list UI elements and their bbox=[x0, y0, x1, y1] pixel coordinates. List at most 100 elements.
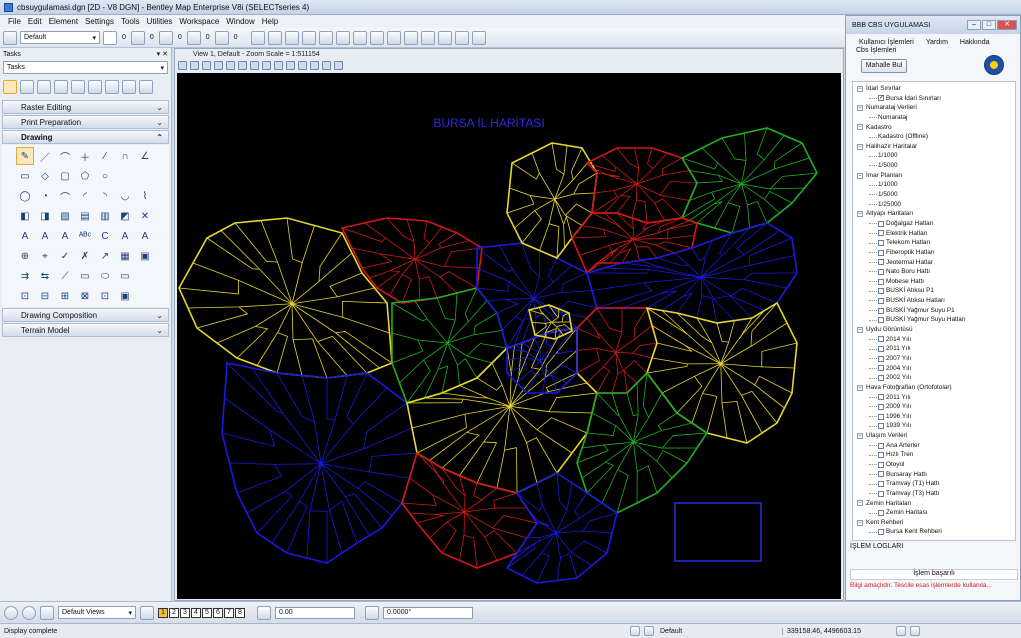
section-drawing-composition[interactable]: Drawing Composition ⌄ bbox=[2, 308, 169, 322]
tree-item[interactable]: 1/5000 bbox=[853, 190, 1015, 200]
drawing-tool-icon[interactable]: ⌒ bbox=[56, 187, 74, 205]
line-weight-icon[interactable] bbox=[158, 30, 173, 45]
tree-group[interactable]: − Kent Rehberi bbox=[853, 518, 1015, 528]
drawing-tool-icon[interactable]: ⊕ bbox=[16, 247, 34, 265]
drawing-tool-icon[interactable]: ／ bbox=[36, 147, 54, 165]
tree-item[interactable]: Hızlı Tren bbox=[853, 450, 1015, 460]
open-file-icon[interactable] bbox=[267, 30, 282, 45]
drawing-tool-icon[interactable]: ▣ bbox=[136, 247, 154, 265]
drawing-tool-icon[interactable]: ↗ bbox=[96, 247, 114, 265]
tree-item[interactable]: 2014 Yılı bbox=[853, 335, 1015, 345]
layer-checkbox[interactable]: ✓ bbox=[878, 95, 884, 102]
tree-item[interactable]: Bursaray Hattı bbox=[853, 470, 1015, 480]
drawing-tool-icon[interactable]: ⊟ bbox=[36, 287, 54, 305]
tree-group[interactable]: − Uydu Görüntüsü bbox=[853, 325, 1015, 335]
collapse-icon[interactable]: − bbox=[857, 384, 863, 391]
close-icon[interactable]: ▾ ✕ bbox=[157, 50, 168, 58]
back-icon[interactable] bbox=[4, 605, 18, 620]
measure-icon[interactable] bbox=[403, 30, 418, 45]
view-attributes-icon[interactable] bbox=[178, 60, 187, 70]
layer-checkbox[interactable] bbox=[878, 442, 884, 449]
clip-volume-icon[interactable] bbox=[322, 60, 331, 70]
element-selection-icon[interactable] bbox=[3, 30, 17, 45]
drawing-tool-icon[interactable]: ◜ bbox=[76, 187, 94, 205]
tag-icon[interactable] bbox=[88, 80, 102, 94]
layer-checkbox[interactable] bbox=[878, 529, 884, 536]
close-icon[interactable]: ✕ bbox=[997, 20, 1017, 30]
drawing-tool-icon[interactable]: ⁄ bbox=[96, 147, 114, 165]
copy-icon[interactable] bbox=[105, 80, 119, 94]
layer-checkbox[interactable] bbox=[878, 249, 884, 256]
models-icon[interactable] bbox=[335, 30, 350, 45]
collapse-icon[interactable]: − bbox=[857, 85, 863, 92]
layer-checkbox[interactable] bbox=[878, 346, 884, 353]
menu-window[interactable]: Window bbox=[226, 17, 254, 26]
view-2-button[interactable]: 2 bbox=[169, 607, 179, 618]
maximize-icon[interactable]: □ bbox=[982, 20, 996, 30]
drawing-tool-icon[interactable]: ⬭ bbox=[96, 267, 114, 285]
level-select[interactable]: Default ▾ bbox=[20, 31, 100, 44]
edit-icon[interactable] bbox=[437, 30, 452, 45]
menu-kullanici-islemleri[interactable]: Kullanıcı İşlemleri bbox=[859, 39, 914, 46]
view-groups-icon[interactable] bbox=[140, 605, 154, 620]
drawing-tool-icon[interactable]: ▤ bbox=[76, 207, 94, 225]
tree-item[interactable]: 1/1000 bbox=[853, 151, 1015, 161]
view-next-icon[interactable] bbox=[298, 60, 307, 70]
tree-item[interactable]: Otoyol bbox=[853, 460, 1015, 470]
menu-settings[interactable]: Settings bbox=[85, 17, 114, 26]
tree-group[interactable]: − İdari Sınırlar bbox=[853, 84, 1015, 94]
menu-help[interactable]: Help bbox=[262, 17, 278, 26]
tree-item[interactable]: 2011 Yılı bbox=[853, 393, 1015, 403]
drawing-tool-icon[interactable]: ◯ bbox=[16, 187, 34, 205]
tree-group[interactable]: − Hava Fotoğrafları (Ortofotolar) bbox=[853, 383, 1015, 393]
drawing-tool-icon[interactable]: ⊞ bbox=[56, 287, 74, 305]
tree-item[interactable]: Zemin Haritası bbox=[853, 508, 1015, 518]
layer-checkbox[interactable] bbox=[878, 317, 884, 324]
drawing-tool-icon[interactable]: C bbox=[96, 227, 114, 245]
layer-checkbox[interactable] bbox=[878, 307, 884, 314]
tree-item[interactable]: Elektrik Hatları bbox=[853, 229, 1015, 239]
layer-checkbox[interactable] bbox=[878, 481, 884, 488]
tree-item[interactable]: Ana Arterler bbox=[853, 441, 1015, 451]
cbs-islemleri-label[interactable]: Cbs İşlemleri bbox=[846, 46, 1020, 54]
drawing-tool-icon[interactable]: ◡ bbox=[116, 187, 134, 205]
tree-item[interactable]: 1/5000 bbox=[853, 161, 1015, 171]
snap-mode-icon[interactable] bbox=[40, 605, 54, 620]
collapse-icon[interactable]: − bbox=[857, 432, 863, 439]
view-3-button[interactable]: 3 bbox=[180, 607, 190, 618]
zoom-out-icon[interactable] bbox=[226, 60, 235, 70]
layer-checkbox[interactable] bbox=[878, 278, 884, 285]
line-style-icon[interactable] bbox=[130, 30, 145, 45]
section-terrain-model[interactable]: Terrain Model ⌄ bbox=[2, 323, 169, 337]
modify-icon[interactable] bbox=[71, 80, 85, 94]
layer-checkbox[interactable] bbox=[878, 297, 884, 304]
drawing-tool-icon[interactable]: ◇ bbox=[36, 167, 54, 185]
collapse-icon[interactable]: − bbox=[857, 143, 863, 150]
tree-item[interactable]: BUSKİ Yağmur Suyu P1 bbox=[853, 306, 1015, 316]
drawing-tool-icon[interactable]: ⌇ bbox=[136, 187, 154, 205]
zoom-in-icon[interactable] bbox=[214, 60, 223, 70]
layer-checkbox[interactable] bbox=[878, 220, 884, 227]
menu-tools[interactable]: Tools bbox=[121, 17, 140, 26]
drawing-tool-icon[interactable]: ○ bbox=[96, 167, 114, 185]
drawing-tool-icon[interactable]: ⊡ bbox=[96, 287, 114, 305]
tree-group[interactable]: − Kadastro bbox=[853, 123, 1015, 133]
tree-item[interactable]: 1939 Yılı bbox=[853, 421, 1015, 431]
layer-checkbox[interactable] bbox=[878, 259, 884, 266]
angle-field[interactable]: 0.0000° bbox=[383, 606, 473, 619]
lock-icon[interactable] bbox=[257, 605, 271, 620]
tree-item[interactable]: BUSKİ Yağmur Suyu Hatları bbox=[853, 315, 1015, 325]
drawing-tool-icon[interactable]: A bbox=[36, 227, 54, 245]
menu-edit[interactable]: Edit bbox=[28, 17, 42, 26]
rotate-view-icon[interactable] bbox=[262, 60, 271, 70]
minimize-icon[interactable]: – bbox=[967, 20, 981, 30]
layer-checkbox[interactable] bbox=[878, 394, 884, 401]
collapse-icon[interactable]: − bbox=[857, 500, 863, 507]
drawing-tool-icon[interactable]: ⇆ bbox=[36, 267, 54, 285]
section-raster-editing[interactable]: Raster Editing ⌄ bbox=[2, 100, 169, 114]
view-1-button[interactable]: 1 bbox=[158, 607, 168, 618]
collapse-icon[interactable]: − bbox=[857, 124, 863, 131]
pan-view-icon[interactable] bbox=[274, 60, 283, 70]
menu-hakkinda[interactable]: Hakkında bbox=[960, 39, 990, 46]
color-swatch-icon[interactable] bbox=[103, 30, 117, 45]
